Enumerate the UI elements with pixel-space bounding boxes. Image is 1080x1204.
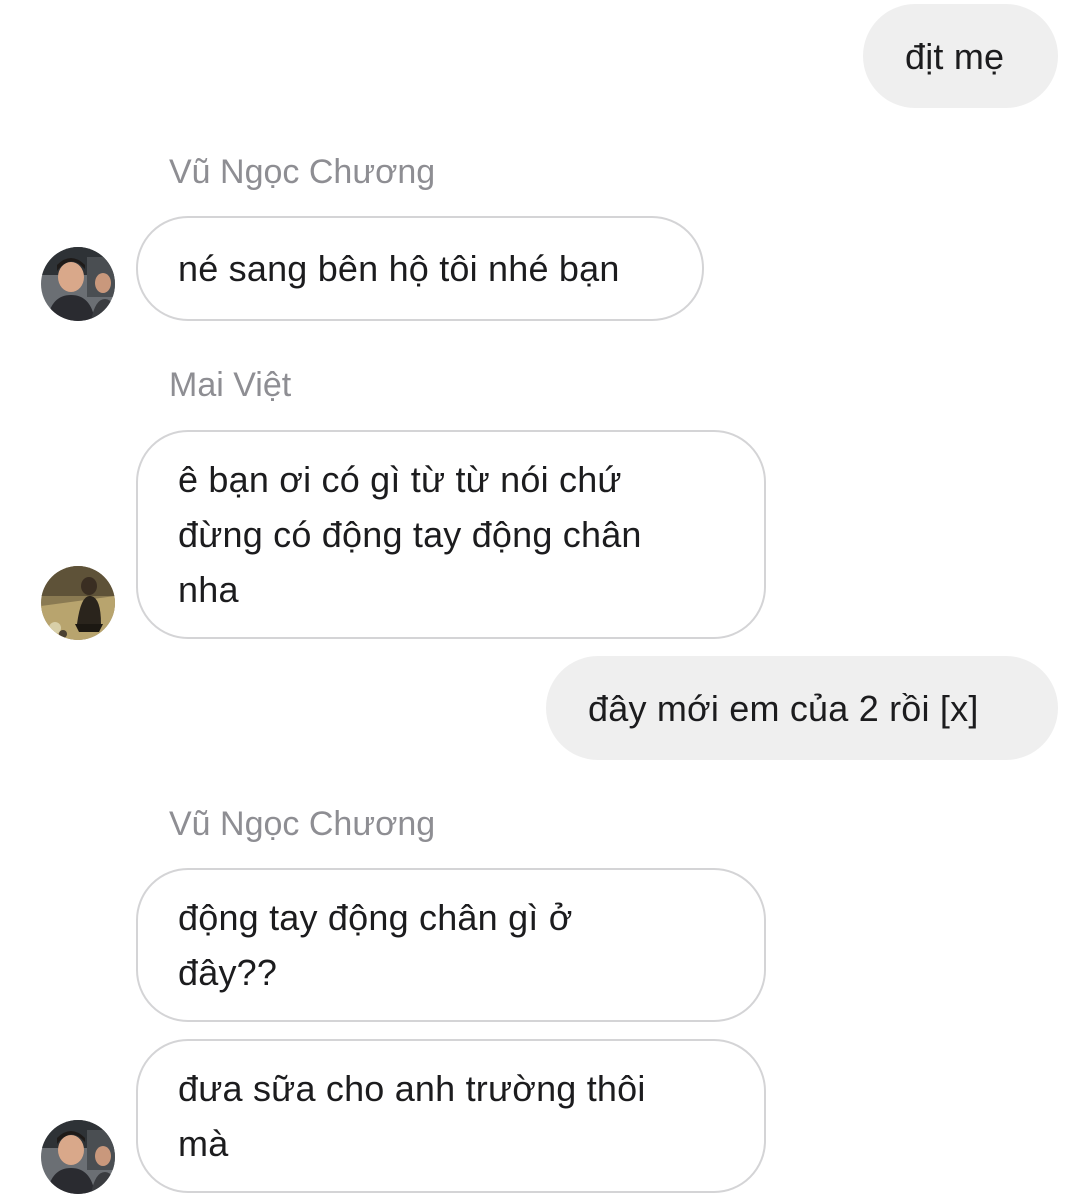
sender-name: Vũ Ngọc Chương (169, 805, 436, 843)
message-line: nha (178, 569, 239, 610)
avatar-vu-ngoc-chuong[interactable] (41, 247, 115, 321)
message-text: động tay động chân gì ở đây?? (178, 890, 573, 1000)
avatar-photo-icon (41, 1120, 115, 1194)
message-text: ê bạn ơi có gì từ từ nói chứ đừng có độn… (178, 452, 642, 617)
sender-name: Mai Việt (169, 366, 292, 404)
sender-name: Vũ Ngọc Chương (169, 153, 436, 191)
message-text: đây mới em của 2 rồi [x] (588, 687, 979, 729)
message-line: ê bạn ơi có gì từ từ nói chứ (178, 459, 622, 500)
avatar-vu-ngoc-chuong[interactable] (41, 1120, 115, 1194)
message-line: động tay động chân gì ở (178, 897, 573, 938)
message-line: mà (178, 1123, 229, 1164)
incoming-message[interactable]: động tay động chân gì ở đây?? (136, 868, 766, 1022)
message-text: né sang bên hộ tôi nhé bạn (178, 248, 620, 289)
message-text: đưa sữa cho anh trường thôi mà (178, 1061, 646, 1171)
avatar-photo-icon (41, 566, 115, 640)
avatar-photo-icon (41, 247, 115, 321)
message-text: địt mẹ (905, 35, 1005, 77)
outgoing-message[interactable]: địt mẹ (863, 4, 1058, 108)
message-line: đây?? (178, 952, 278, 993)
incoming-message[interactable]: ê bạn ơi có gì từ từ nói chứ đừng có độn… (136, 430, 766, 639)
incoming-message[interactable]: né sang bên hộ tôi nhé bạn (136, 216, 704, 321)
avatar-mai-viet[interactable] (41, 566, 115, 640)
incoming-message[interactable]: đưa sữa cho anh trường thôi mà (136, 1039, 766, 1193)
message-line: đưa sữa cho anh trường thôi (178, 1068, 646, 1109)
outgoing-message[interactable]: đây mới em của 2 rồi [x] (546, 656, 1058, 760)
message-line: đừng có động tay động chân (178, 514, 642, 555)
chat-thread: địt mẹ Vũ Ngọc Chương né sang bên hộ tôi… (0, 0, 1080, 1204)
